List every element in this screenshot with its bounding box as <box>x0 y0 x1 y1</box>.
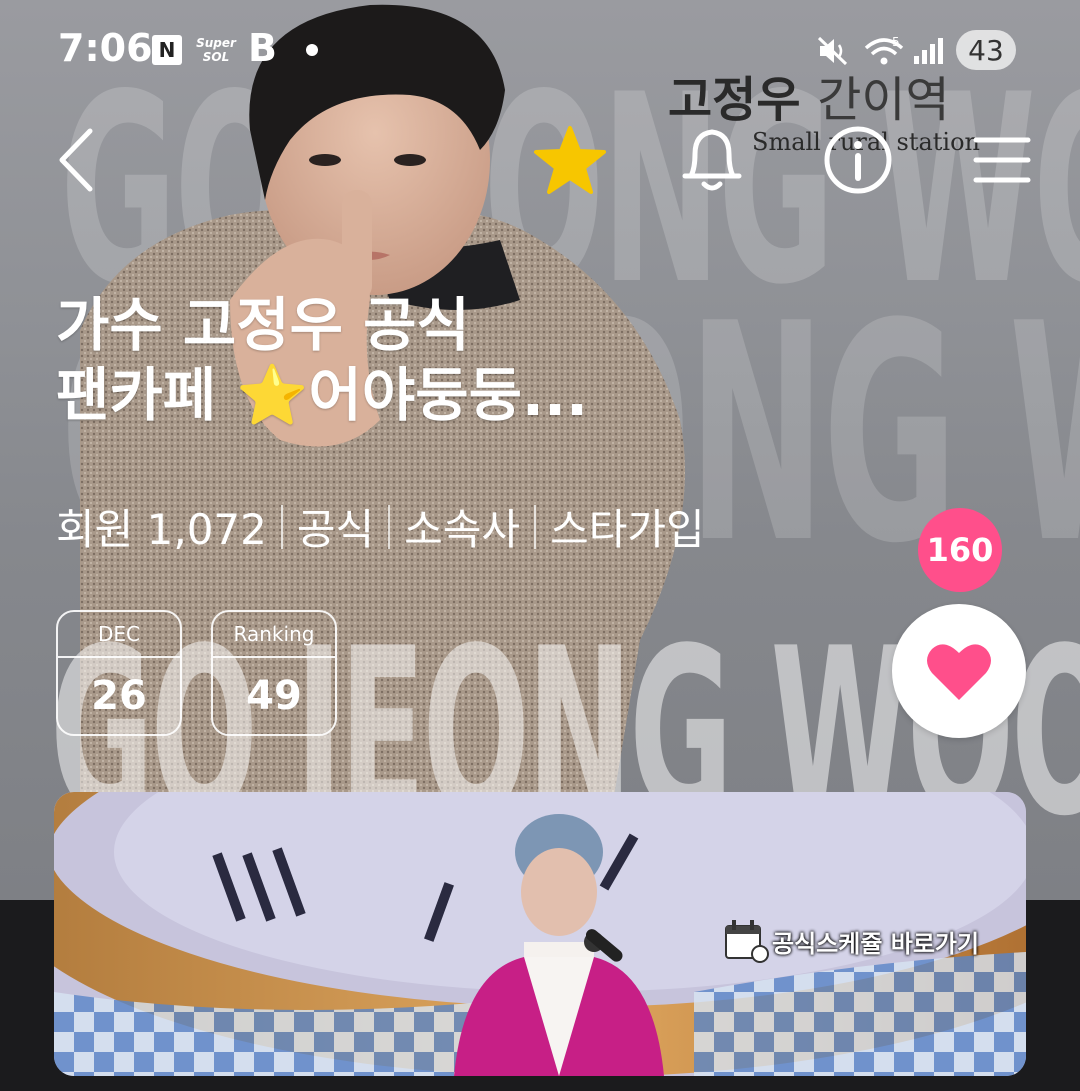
cafe-meta: 회원 1,072 공식 소속사 스타가입 <box>56 496 705 557</box>
star-icon <box>534 126 606 194</box>
back-button[interactable] <box>36 120 116 200</box>
ranking-box[interactable]: Ranking 49 <box>211 610 337 736</box>
menu-button[interactable] <box>962 120 1042 200</box>
cafe-home-screen: GO JEONG WOO GO JEONG WOO <box>0 0 1080 1091</box>
info-button[interactable] <box>818 120 898 200</box>
member-count: 회원 1,072 <box>56 505 267 554</box>
cafe-title-line1: 가수 고정우 공식 <box>56 291 470 359</box>
heart-icon <box>927 644 991 700</box>
favorite-button[interactable] <box>530 120 610 200</box>
supersol-bottom-text: SOL <box>202 50 230 64</box>
naver-icon: N <box>152 35 182 65</box>
like-button[interactable] <box>892 604 1026 738</box>
tag-official: 공식 <box>296 505 375 554</box>
cafe-title: 가수 고정우 공식 팬카페 ⭐어야둥둥... <box>56 290 816 430</box>
ranking-label: Ranking <box>213 612 335 658</box>
divider <box>534 504 537 549</box>
schedule-link[interactable]: 공식스케쥴 바로가기 <box>724 924 979 959</box>
clock: 7:06 <box>58 26 153 70</box>
date-day: 26 <box>91 673 147 719</box>
ranking-value: 49 <box>246 673 302 719</box>
back-icon <box>59 128 93 192</box>
date-box: DEC 26 <box>56 610 182 736</box>
info-icon <box>824 126 892 194</box>
menu-icon <box>973 137 1031 183</box>
divider <box>388 504 391 549</box>
bell-icon <box>682 129 742 191</box>
cafe-title-line2: 팬카페 ⭐어야둥둥... <box>56 361 589 429</box>
schedule-link-label: 공식스케쥴 바로가기 <box>772 930 980 958</box>
battery-indicator: 43 <box>956 30 1016 70</box>
notifications-button[interactable] <box>672 120 752 200</box>
b-app-icon: B <box>248 26 277 70</box>
notification-dot-icon <box>306 44 318 56</box>
tag-star-join: 스타가입 <box>550 505 705 554</box>
date-month: DEC <box>58 612 180 658</box>
like-count-badge: 160 <box>918 508 1002 592</box>
supersol-top-text: Super <box>196 36 236 50</box>
supersol-icon: Super SOL <box>196 32 236 68</box>
divider <box>280 504 283 549</box>
svg-text:5: 5 <box>892 35 900 49</box>
tag-agency: 소속사 <box>404 505 521 554</box>
